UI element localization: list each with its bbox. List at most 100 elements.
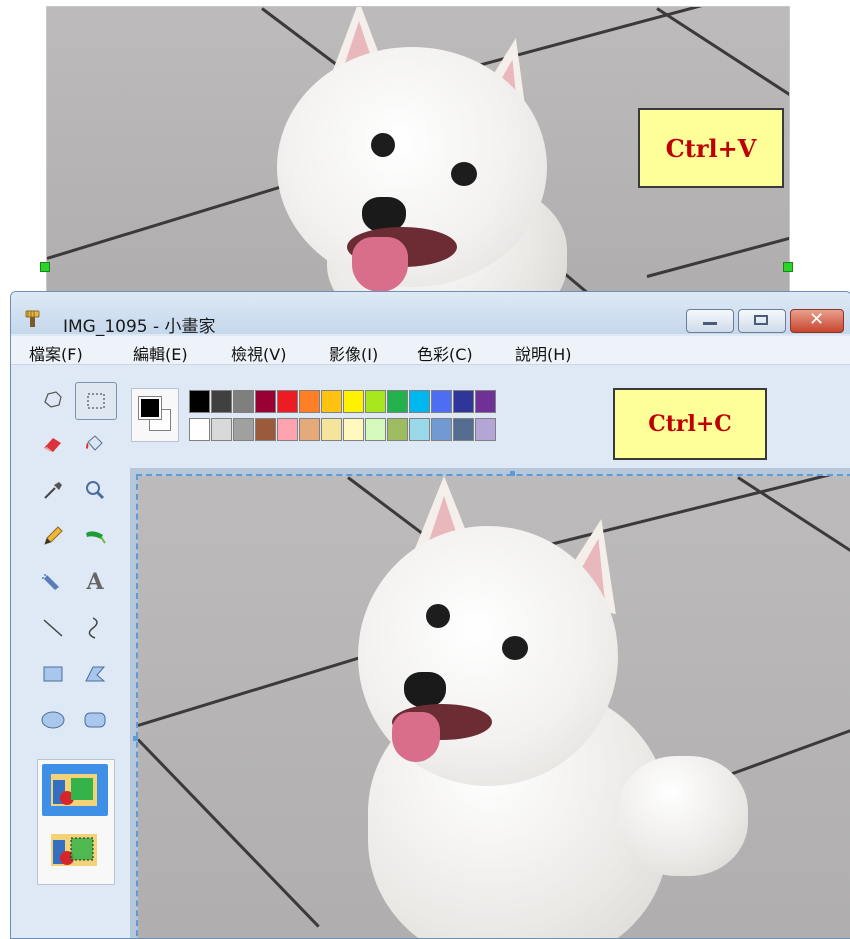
free-form-select-tool[interactable]: [33, 382, 73, 418]
fill-tool[interactable]: [75, 426, 115, 462]
menu-image[interactable]: 影像(I): [329, 341, 378, 365]
rounded-rectangle-icon: [84, 712, 106, 728]
palette-color-swatch[interactable]: [475, 418, 496, 441]
brush-tool[interactable]: [75, 518, 115, 554]
palette-color-swatch[interactable]: [343, 418, 364, 441]
canvas-resize-handle[interactable]: [510, 471, 515, 476]
palette-color-swatch[interactable]: [255, 390, 276, 413]
canvas-dog: [358, 476, 748, 938]
eyedropper-icon: [44, 482, 62, 499]
rectangle-icon: [43, 666, 63, 682]
paint-app-icon: [23, 310, 41, 328]
palette-color-swatch[interactable]: [299, 418, 320, 441]
transparent-selection-option[interactable]: [42, 824, 108, 876]
canvas-dog-photo: [138, 476, 850, 938]
paint-window: IMG_1095 - 小畫家 ✕ 檔案(F) 編輯(E) 檢視(V) 影像(I)…: [10, 291, 850, 939]
curve-icon: [88, 617, 98, 639]
ellipse-icon: [41, 711, 65, 729]
polygon-tool[interactable]: [75, 656, 115, 692]
palette-color-swatch[interactable]: [233, 390, 254, 413]
maximize-button[interactable]: [738, 309, 786, 333]
fill-bucket-icon: [86, 435, 103, 451]
menu-bar: 檔案(F) 編輯(E) 檢視(V) 影像(I) 色彩(C) 說明(H): [11, 336, 850, 365]
toolbox: A: [17, 382, 119, 932]
magnifier-icon: [86, 481, 105, 500]
current-colors[interactable]: [131, 388, 179, 442]
palette-color-swatch[interactable]: [387, 418, 408, 441]
palette-color-swatch[interactable]: [387, 390, 408, 413]
pencil-tool[interactable]: [33, 518, 73, 554]
palette-color-swatch[interactable]: [211, 418, 232, 441]
magnifier-tool[interactable]: [75, 472, 115, 508]
opaque-selection-icon: [51, 774, 97, 806]
selection-handle[interactable]: [40, 262, 50, 272]
palette-color-swatch[interactable]: [277, 418, 298, 441]
rectangle-tool[interactable]: [33, 656, 73, 692]
tile-grout: [646, 233, 789, 278]
line-tool[interactable]: [33, 610, 73, 646]
copy-shortcut-label: Ctrl+C: [648, 411, 732, 437]
palette-color-swatch[interactable]: [409, 418, 430, 441]
rounded-rectangle-tool[interactable]: [75, 702, 115, 738]
eraser-tool[interactable]: [33, 426, 73, 462]
palette-color-swatch[interactable]: [453, 418, 474, 441]
palette-color-swatch[interactable]: [321, 418, 342, 441]
palette-color-swatch[interactable]: [233, 418, 254, 441]
close-icon: ✕: [809, 309, 825, 330]
dog: [277, 7, 597, 293]
palette-color-swatch[interactable]: [365, 418, 386, 441]
palette-color-swatch[interactable]: [343, 390, 364, 413]
canvas[interactable]: [136, 474, 850, 938]
palette-color-swatch[interactable]: [189, 418, 210, 441]
title-bar[interactable]: IMG_1095 - 小畫家 ✕: [11, 292, 850, 337]
menu-help[interactable]: 說明(H): [515, 341, 572, 365]
foreground-color-swatch[interactable]: [138, 396, 162, 420]
menu-view[interactable]: 檢視(V): [231, 341, 286, 365]
selection-options: [37, 759, 115, 885]
airbrush-icon: [42, 574, 59, 590]
color-picker-tool[interactable]: [33, 472, 73, 508]
rectangle-select-icon: [87, 393, 105, 409]
line-icon: [43, 619, 63, 637]
free-form-select-icon: [44, 391, 62, 408]
brush-icon: [86, 531, 106, 544]
transparent-selection-icon: [51, 834, 97, 866]
canvas-area: [130, 468, 850, 938]
palette-color-swatch[interactable]: [431, 418, 452, 441]
opaque-selection-option[interactable]: [42, 764, 108, 816]
palette-color-swatch[interactable]: [211, 390, 232, 413]
minimize-icon: [703, 322, 717, 325]
paste-shortcut-label: Ctrl+V: [665, 133, 757, 163]
palette-color-swatch[interactable]: [365, 390, 386, 413]
palette-color-swatch[interactable]: [255, 418, 276, 441]
ellipse-tool[interactable]: [33, 702, 73, 738]
close-button[interactable]: ✕: [790, 309, 844, 333]
palette-color-swatch[interactable]: [277, 390, 298, 413]
palette-color-swatch[interactable]: [321, 390, 342, 413]
menu-edit[interactable]: 編輯(E): [133, 341, 188, 365]
window-title: IMG_1095 - 小畫家: [63, 317, 216, 337]
maximize-icon: [754, 315, 768, 325]
minimize-button[interactable]: [686, 309, 734, 333]
menu-file[interactable]: 檔案(F): [29, 341, 83, 365]
curve-tool[interactable]: [75, 610, 115, 646]
palette-color-swatch[interactable]: [431, 390, 452, 413]
menu-colors[interactable]: 色彩(C): [417, 341, 473, 365]
text-icon: A: [86, 569, 104, 595]
selection-handle[interactable]: [783, 262, 793, 272]
eraser-icon: [44, 438, 61, 452]
paste-shortcut-note: Ctrl+V: [638, 108, 784, 188]
tile-grout: [656, 7, 789, 119]
airbrush-tool[interactable]: [33, 564, 73, 600]
rectangle-select-tool[interactable]: [75, 382, 117, 420]
copy-shortcut-note: Ctrl+C: [613, 388, 767, 460]
palette-color-swatch[interactable]: [475, 390, 496, 413]
palette-color-swatch[interactable]: [189, 390, 210, 413]
palette-color-swatch[interactable]: [453, 390, 474, 413]
palette-color-swatch[interactable]: [409, 390, 430, 413]
polygon-icon: [85, 666, 106, 682]
text-tool[interactable]: A: [75, 564, 115, 600]
palette-color-swatch[interactable]: [299, 390, 320, 413]
canvas-resize-handle[interactable]: [133, 736, 138, 741]
pencil-icon: [44, 526, 63, 545]
